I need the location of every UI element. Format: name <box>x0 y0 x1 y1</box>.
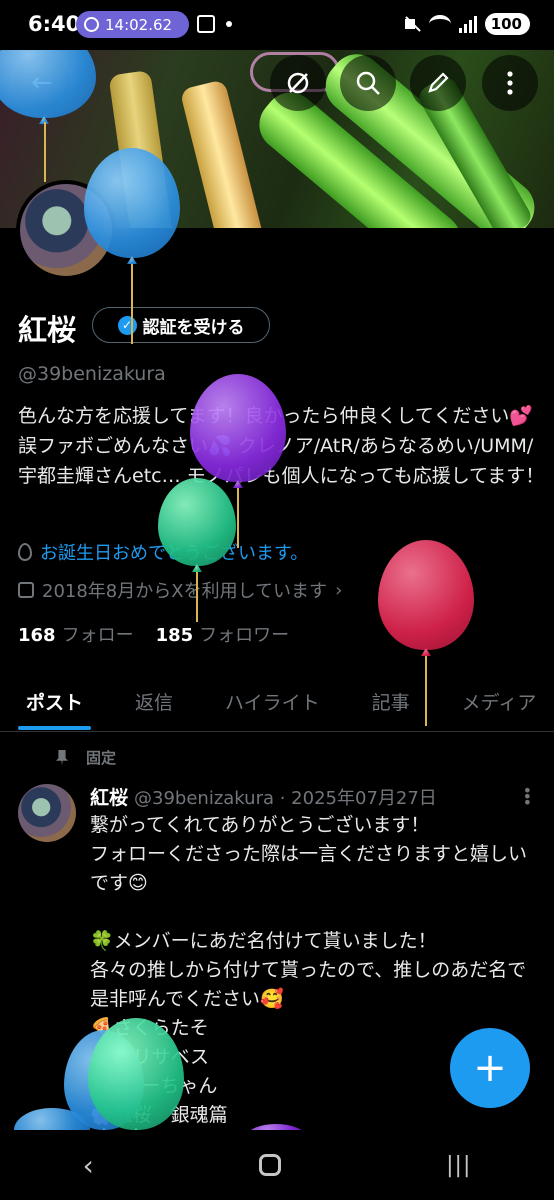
balloon-red <box>378 540 474 650</box>
balloon-icon <box>18 543 32 561</box>
post-handle-date: @39benizakura · 2025年07月27日 <box>134 788 437 809</box>
nav-home-button[interactable] <box>258 1154 281 1176</box>
followers-label: フォロワー <box>199 625 290 646</box>
chevron-right-icon: › <box>335 579 343 601</box>
get-verified-label: 認証を受ける <box>142 317 245 338</box>
tab-articles[interactable]: 記事 <box>346 672 436 730</box>
status-time: 6:40 <box>28 12 81 36</box>
timer-chip[interactable]: 14:02.62 <box>76 11 189 38</box>
post-more-icon[interactable]: • • • <box>523 783 532 811</box>
grok-icon <box>287 72 309 94</box>
joined-text: 2018年8月からXを利用しています <box>42 581 328 602</box>
post-header: 紅桜 @39benizakura · 2025年07月27日 <box>90 783 437 810</box>
calendar-icon <box>18 582 34 598</box>
followers-count: 185 <box>155 625 194 646</box>
follow-stats: 168 フォロー 185 フォロワー <box>18 621 289 647</box>
stopwatch-icon <box>84 17 99 32</box>
tab-highlights[interactable]: ハイライト <box>199 672 346 730</box>
balloon-green <box>158 478 236 566</box>
mute-icon <box>403 15 421 33</box>
balloon-blue <box>84 148 180 258</box>
compose-button[interactable]: + <box>450 1028 530 1108</box>
battery-level: 100 <box>484 13 530 35</box>
joined-row[interactable]: 2018年8月からXを利用しています › <box>18 577 342 603</box>
status-bar: 6:40 14:02.62 100 <box>0 0 554 50</box>
grok-button[interactable] <box>270 55 326 111</box>
verified-badge-icon: ✓ <box>117 315 137 335</box>
pinned-indicator: 固定 <box>56 747 116 768</box>
plus-icon: + <box>473 1045 507 1091</box>
balloon-string <box>425 656 427 726</box>
search-icon <box>356 71 380 95</box>
signal-icon <box>458 15 477 33</box>
balloon-string <box>237 488 239 548</box>
following-label: フォロー <box>61 625 134 646</box>
notification-dot-icon <box>226 21 232 27</box>
more-vertical-icon <box>507 71 513 95</box>
edit-button[interactable] <box>410 55 466 111</box>
balloon-string <box>44 122 46 182</box>
post-avatar[interactable] <box>18 784 76 842</box>
system-nav-bar: ‹ ||| <box>0 1130 554 1200</box>
screenshot-icon <box>197 15 215 33</box>
tab-media[interactable]: メディア <box>436 672 554 730</box>
profile-name: 紅桜 <box>18 313 77 347</box>
pin-icon <box>56 749 68 766</box>
get-verified-button[interactable]: ✓ 認証を受ける <box>92 307 270 343</box>
balloon-string <box>196 572 198 622</box>
nav-recents-button[interactable]: ||| <box>446 1153 471 1178</box>
timer-value: 14:02.62 <box>105 15 173 34</box>
pinned-label: 固定 <box>86 749 117 767</box>
following-link[interactable]: 168 フォロー <box>18 621 134 647</box>
balloon-purple <box>190 374 286 482</box>
profile-tabs: ポスト 返信 ハイライト 記事 メディア <box>0 672 554 732</box>
balloon-string <box>131 264 133 344</box>
following-count: 168 <box>18 625 56 646</box>
balloon-green <box>88 1018 184 1130</box>
tab-posts[interactable]: ポスト <box>0 672 109 730</box>
tab-replies[interactable]: 返信 <box>109 672 199 730</box>
nav-back-button[interactable]: ‹ <box>83 1149 94 1182</box>
status-right: 100 <box>403 13 530 35</box>
more-button[interactable] <box>482 55 538 111</box>
pencil-icon <box>428 72 449 93</box>
profile-handle: @39benizakura <box>18 363 166 385</box>
post-author[interactable]: 紅桜 <box>90 787 128 809</box>
search-button[interactable] <box>340 55 396 111</box>
penlight-yellow <box>179 79 267 228</box>
followers-link[interactable]: 185 フォロワー <box>156 621 290 647</box>
wifi-icon <box>428 15 451 33</box>
